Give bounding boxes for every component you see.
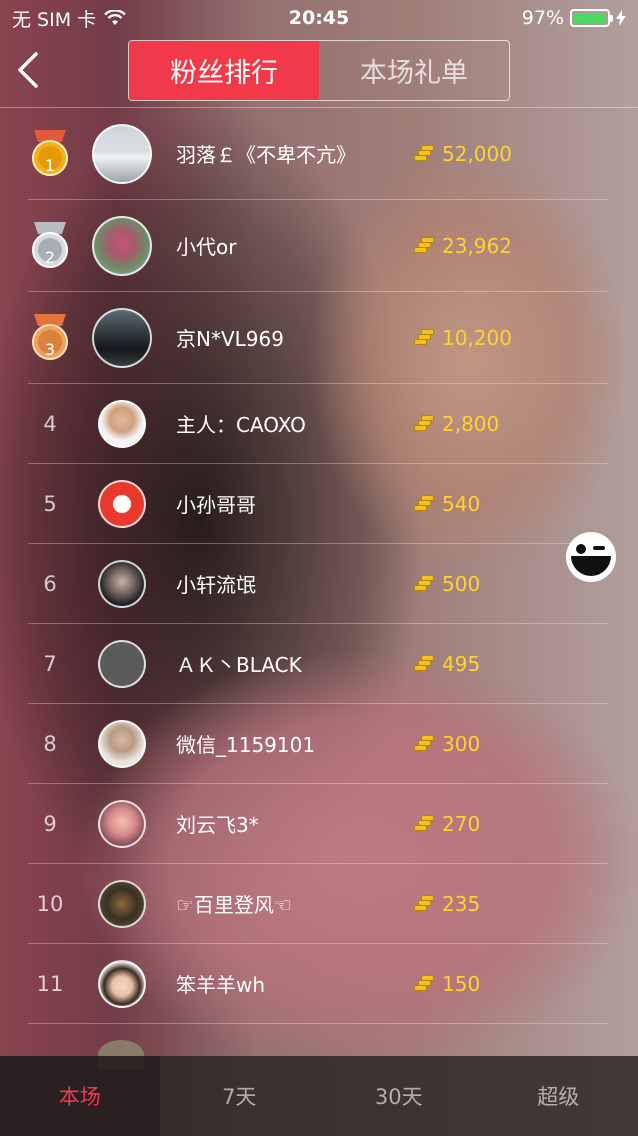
tab-7-days[interactable]: 7天 (160, 1056, 320, 1136)
coin-stack-icon (414, 414, 434, 433)
coin-stack-icon (414, 654, 434, 673)
avatar (92, 307, 152, 368)
list-item[interactable]: 2 小代or 23,962 (28, 200, 608, 292)
avatar (98, 879, 146, 928)
coin-value: 150 (442, 971, 481, 996)
user-name: 微信_1159101 (176, 733, 316, 757)
status-bar: 无 SIM 卡 20:45 97% (0, 0, 638, 36)
coin-count: 2,800 (414, 384, 499, 463)
chevron-left-icon (18, 52, 38, 88)
ranking-list: 1 羽落￡《不卑不亢》 52,000 2 小代or 23,962 3 京N*VL… (0, 108, 638, 1024)
coin-count: 235 (414, 864, 480, 943)
tab-fan-ranking[interactable]: 粉丝排行 (129, 41, 319, 100)
coin-value: 300 (442, 731, 481, 756)
coin-count: 540 (414, 464, 480, 543)
battery-icon (570, 9, 613, 27)
list-item[interactable]: 4 主人：CAOXO 2,800 (28, 384, 608, 464)
coin-count: 150 (414, 944, 480, 1023)
coin-count: 300 (414, 704, 480, 783)
rank-number: 2 (44, 248, 56, 267)
coin-value: 10,200 (442, 325, 512, 350)
list-item[interactable]: 6 小轩流氓 500 (28, 544, 608, 624)
user-name: 刘云飞3* (176, 813, 259, 837)
user-name: 小轩流氓 (176, 573, 256, 597)
rank-number: 7 (43, 651, 57, 676)
coin-stack-icon (414, 328, 434, 347)
rank-number: 9 (43, 811, 57, 836)
avatar (98, 719, 146, 768)
tab-gift-list[interactable]: 本场礼单 (319, 41, 509, 100)
coin-value: 235 (442, 891, 481, 916)
coin-count: 500 (414, 544, 480, 623)
rank-number: 3 (44, 340, 56, 359)
user-name: 主人：CAOXO (176, 413, 306, 437)
coin-stack-icon (414, 734, 434, 753)
avatar (98, 559, 146, 608)
emoji-face-button[interactable] (566, 532, 616, 582)
coin-stack-icon (414, 494, 434, 513)
coin-stack-icon (414, 144, 434, 163)
bottom-tab-bar: 本场 7天 30天 超级 (0, 1056, 638, 1136)
coin-count: 52,000 (414, 108, 512, 199)
charging-icon (616, 10, 626, 26)
user-name: 小代or (176, 235, 237, 259)
list-item[interactable]: 3 京N*VL969 10,200 (28, 292, 608, 384)
tab-this-session[interactable]: 本场 (0, 1056, 160, 1136)
list-item[interactable]: 9 刘云飞3* 270 (28, 784, 608, 864)
list-item[interactable]: 1 羽落￡《不卑不亢》 52,000 (28, 108, 608, 200)
rank-number: 1 (44, 156, 56, 175)
tab-super[interactable]: 超级 (479, 1056, 638, 1136)
avatar (98, 799, 146, 848)
user-name: ☞百里登风☜ (176, 893, 292, 917)
coin-value: 52,000 (442, 141, 512, 166)
rank-number: 6 (43, 571, 57, 596)
avatar (98, 399, 146, 448)
user-name: 笨羊羊wh (176, 973, 266, 997)
rank-number: 10 (36, 891, 64, 916)
segmented-control: 粉丝排行 本场礼单 (128, 40, 510, 101)
coin-value: 495 (442, 651, 481, 676)
coin-value: 23,962 (442, 233, 512, 258)
avatar (92, 215, 152, 276)
coin-count: 495 (414, 624, 480, 703)
coin-count: 270 (414, 784, 480, 863)
back-button[interactable] (14, 50, 44, 90)
header: 粉丝排行 本场礼单 (0, 36, 638, 106)
carrier-label: 无 SIM 卡 (12, 8, 97, 31)
rank-number: 4 (43, 411, 57, 436)
rank-number: 8 (43, 731, 57, 756)
avatar (92, 123, 152, 184)
list-item[interactable]: 10 ☞百里登风☜ 235 (28, 864, 608, 944)
rank-number: 11 (36, 971, 64, 996)
coin-value: 500 (442, 571, 481, 596)
coin-stack-icon (414, 894, 434, 913)
tab-30-days[interactable]: 30天 (319, 1056, 479, 1136)
coin-value: 270 (442, 811, 481, 836)
coin-stack-icon (414, 974, 434, 993)
rank-number: 5 (43, 491, 57, 516)
wifi-icon (104, 10, 126, 25)
coin-value: 540 (442, 491, 481, 516)
user-name: 小孙哥哥 (176, 493, 256, 517)
user-name: 京N*VL969 (176, 327, 284, 351)
user-name: ＡＫ丶BLACK (176, 653, 302, 677)
coin-count: 10,200 (414, 292, 512, 383)
battery-percent: 97% (521, 7, 564, 29)
coin-value: 2,800 (442, 411, 500, 436)
user-name: 羽落￡《不卑不亢》 (176, 143, 356, 167)
list-item[interactable]: 11 笨羊羊wh 150 (28, 944, 608, 1024)
avatar (98, 479, 146, 528)
coin-count: 23,962 (414, 200, 512, 291)
clock: 20:45 (288, 7, 350, 29)
list-item[interactable]: 7 ＡＫ丶BLACK 495 (28, 624, 608, 704)
coin-stack-icon (414, 574, 434, 593)
list-item[interactable]: 5 小孙哥哥 540 (28, 464, 608, 544)
avatar (98, 639, 146, 688)
list-item[interactable]: 8 微信_1159101 300 (28, 704, 608, 784)
coin-stack-icon (414, 814, 434, 833)
avatar (98, 959, 146, 1008)
coin-stack-icon (414, 236, 434, 255)
